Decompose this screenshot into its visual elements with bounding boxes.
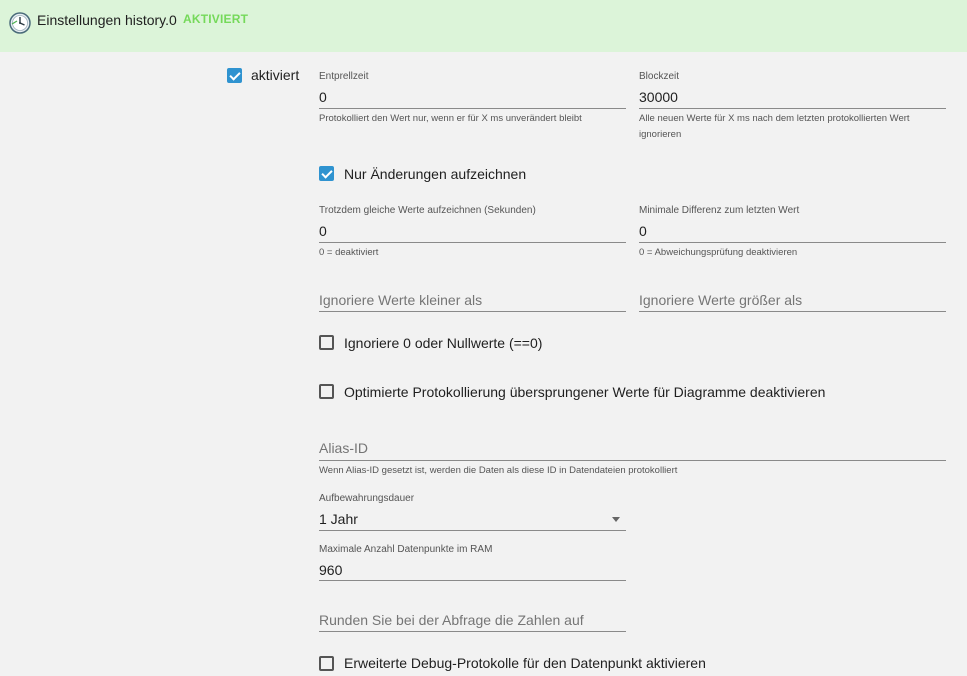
change-same-help: 0 = deaktiviert: [319, 247, 379, 258]
retention-underline: [319, 530, 626, 531]
alias-help: Wenn Alias-ID gesetzt ist, werden die Da…: [319, 465, 678, 476]
min-diff-field[interactable]: Minimale Differenz zum letzten Wert 0 0 …: [639, 205, 946, 265]
disable-optimized-label: Optimierte Protokollierung übersprungene…: [344, 384, 826, 400]
disable-optimized-checkbox[interactable]: [319, 384, 334, 399]
retention-value[interactable]: 1 Jahr: [319, 511, 358, 527]
round-field[interactable]: Runden Sie bei der Abfrage die Zahlen au…: [319, 612, 626, 634]
round-input[interactable]: Runden Sie bei der Abfrage die Zahlen au…: [319, 612, 584, 628]
blocktime-underline: [639, 108, 946, 109]
changes-only-checkbox[interactable]: [319, 166, 334, 181]
change-same-underline: [319, 242, 626, 243]
change-same-label: Trotzdem gleiche Werte aufzeichnen (Seku…: [319, 205, 536, 216]
alias-field[interactable]: Alias-ID Wenn Alias-ID gesetzt ist, werd…: [319, 440, 946, 480]
status-badge: AKTIVIERT: [183, 12, 249, 26]
ignore-above-underline: [639, 311, 946, 312]
chevron-down-icon[interactable]: [612, 517, 620, 522]
changes-only-label: Nur Änderungen aufzeichnen: [344, 166, 527, 182]
ignore-below-field[interactable]: Ignoriere Werte kleiner als: [319, 292, 626, 314]
history-adapter-icon: [9, 12, 31, 34]
debug-checkbox[interactable]: [319, 656, 334, 671]
ignore-above-input[interactable]: Ignoriere Werte größer als: [639, 292, 802, 308]
max-points-underline: [319, 580, 626, 581]
blocktime-label: Blockzeit: [639, 71, 680, 82]
ignore-below-input[interactable]: Ignoriere Werte kleiner als: [319, 292, 482, 308]
ignore-zero-checkbox[interactable]: [319, 335, 334, 350]
ignore-zero-label: Ignoriere 0 oder Nullwerte (==0): [344, 335, 543, 351]
min-diff-help: 0 = Abweichungsprüfung deaktivieren: [639, 247, 798, 258]
ignore-below-underline: [319, 311, 626, 312]
debounce-label: Entprellzeit: [319, 71, 369, 82]
enabled-label: aktiviert: [251, 67, 300, 83]
max-points-field[interactable]: Maximale Anzahl Datenpunkte im RAM 960: [319, 544, 626, 584]
dialog-header: Einstellungen history.0 AKTIVIERT: [0, 0, 967, 52]
debounce-underline: [319, 108, 626, 109]
enabled-checkbox[interactable]: [227, 68, 242, 83]
debounce-field[interactable]: Entprellzeit 0 Protokolliert den Wert nu…: [319, 71, 626, 151]
blocktime-input[interactable]: 30000: [639, 89, 678, 105]
blocktime-help: Alle neuen Werte für X ms nach dem letzt…: [639, 113, 910, 140]
min-diff-label: Minimale Differenz zum letzten Wert: [639, 205, 800, 216]
alias-underline: [319, 460, 946, 461]
change-same-field[interactable]: Trotzdem gleiche Werte aufzeichnen (Seku…: [319, 205, 626, 265]
debounce-input[interactable]: 0: [319, 89, 327, 105]
retention-select[interactable]: Aufbewahrungsdauer 1 Jahr: [319, 493, 626, 533]
ignore-above-field[interactable]: Ignoriere Werte größer als: [639, 292, 946, 314]
min-diff-underline: [639, 242, 946, 243]
retention-label: Aufbewahrungsdauer: [319, 493, 415, 504]
debug-label: Erweiterte Debug-Protokolle für den Date…: [344, 655, 706, 671]
max-points-label: Maximale Anzahl Datenpunkte im RAM: [319, 544, 493, 555]
min-diff-input[interactable]: 0: [639, 223, 647, 239]
debounce-help: Protokolliert den Wert nur, wenn er für …: [319, 113, 582, 124]
change-same-input[interactable]: 0: [319, 223, 327, 239]
dialog-title: Einstellungen history.0: [37, 12, 177, 28]
round-underline: [319, 631, 626, 632]
blocktime-field[interactable]: Blockzeit 30000 Alle neuen Werte für X m…: [639, 71, 946, 151]
alias-input[interactable]: Alias-ID: [319, 440, 368, 456]
max-points-input[interactable]: 960: [319, 562, 342, 578]
